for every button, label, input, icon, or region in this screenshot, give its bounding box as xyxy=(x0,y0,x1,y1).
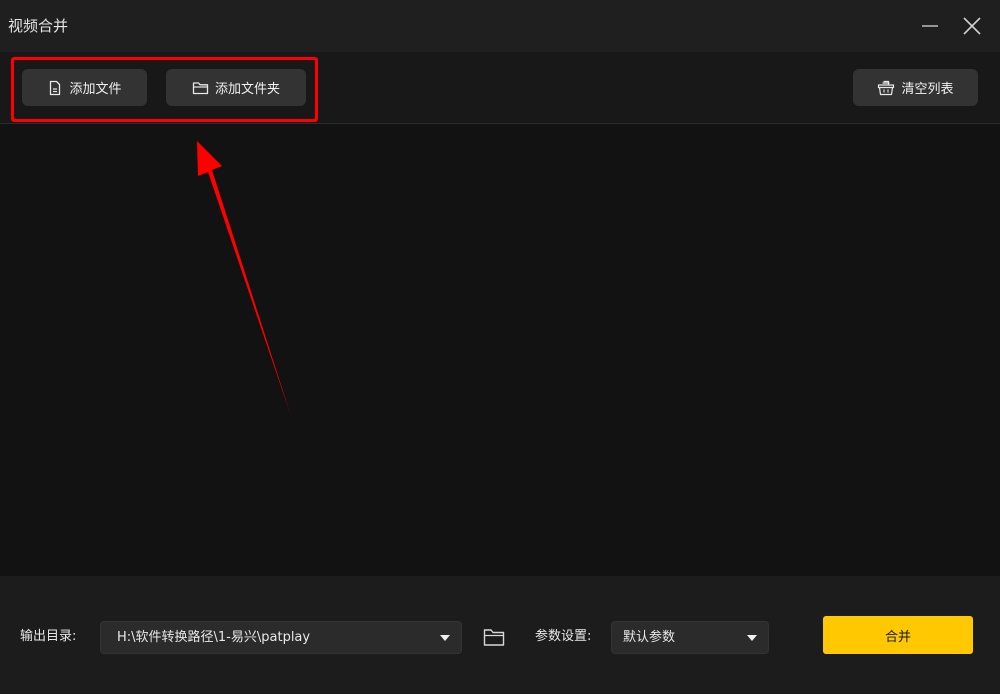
folder-icon xyxy=(192,81,209,94)
title-bar: 视频合并 xyxy=(0,0,1000,52)
output-dir-value: H:\软件转换路径\1-易兴\patplay xyxy=(117,630,311,645)
clear-list-label: 清空列表 xyxy=(901,82,954,97)
minimize-button[interactable] xyxy=(918,14,942,38)
video-merge-window: 视频合并 添加文件 添加文件夹 清空列表 输出目录: H:\软件转换路径\1-易… xyxy=(0,0,1000,694)
file-icon xyxy=(50,80,61,95)
merge-button[interactable]: 合并 xyxy=(823,616,973,654)
toolbar: 添加文件 添加文件夹 清空列表 xyxy=(0,52,1000,124)
file-list-area[interactable] xyxy=(0,124,1000,576)
caret-down-icon xyxy=(747,635,757,641)
window-title: 视频合并 xyxy=(8,17,69,35)
bottom-bar: 输出目录: H:\软件转换路径\1-易兴\patplay 参数设置: 默认参数 … xyxy=(0,576,1000,694)
add-folder-button[interactable]: 添加文件夹 xyxy=(166,69,306,106)
caret-down-icon xyxy=(440,635,450,641)
folder-open-icon xyxy=(483,629,505,646)
params-label: 参数设置: xyxy=(535,629,592,644)
params-select[interactable]: 默认参数 xyxy=(611,621,769,654)
basket-icon xyxy=(878,80,895,95)
add-folder-label: 添加文件夹 xyxy=(214,82,280,97)
close-icon xyxy=(963,17,981,35)
browse-folder-button[interactable] xyxy=(482,626,506,648)
minimize-icon xyxy=(922,25,938,27)
close-button[interactable] xyxy=(960,14,984,38)
add-file-label: 添加文件 xyxy=(69,82,122,97)
output-dir-select[interactable]: H:\软件转换路径\1-易兴\patplay xyxy=(100,621,462,654)
output-dir-label: 输出目录: xyxy=(20,629,77,644)
merge-label: 合并 xyxy=(884,629,911,645)
params-value: 默认参数 xyxy=(623,630,676,645)
clear-list-button[interactable]: 清空列表 xyxy=(853,69,978,106)
add-file-button[interactable]: 添加文件 xyxy=(22,69,147,106)
